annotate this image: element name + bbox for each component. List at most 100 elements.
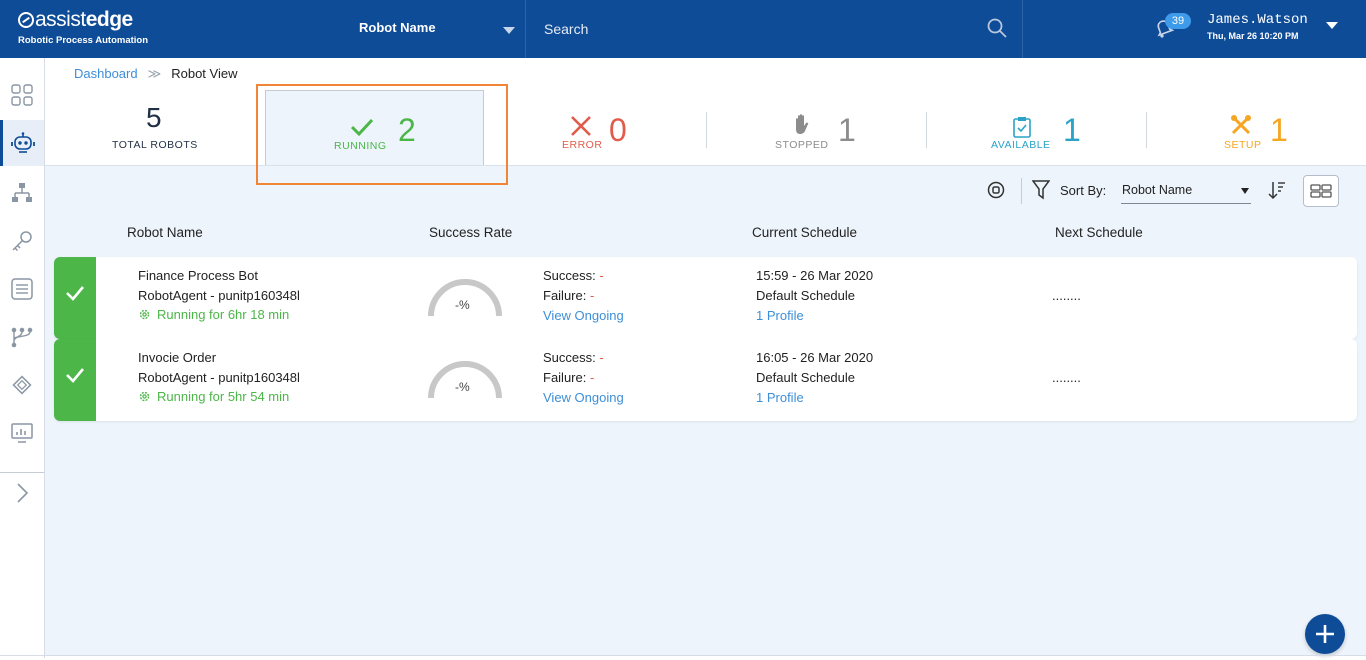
stopped-count: 1: [838, 112, 856, 148]
running-duration-text: Running for 5hr 54 min: [157, 389, 290, 404]
top-header: assistedge Robotic Process Automation Ro…: [0, 0, 1366, 58]
error-x-icon: [571, 116, 591, 136]
view-ongoing-link[interactable]: View Ongoing: [543, 306, 624, 326]
setup-count: 1: [1270, 112, 1288, 148]
clipboard-check-icon: [1013, 117, 1031, 138]
robot-name[interactable]: Finance Process Bot: [138, 266, 258, 286]
column-header-success-rate[interactable]: Success Rate: [429, 225, 512, 240]
next-schedule: ........: [1052, 370, 1081, 385]
schedule-time: 16:05 - 26 Mar 2020: [756, 350, 874, 365]
column-header-current-schedule[interactable]: Current Schedule: [752, 225, 857, 240]
stat-error[interactable]: 0 ERROR: [555, 88, 665, 166]
bottom-border: [0, 655, 1366, 656]
add-robot-button[interactable]: [1305, 614, 1345, 654]
chip-icon: [12, 375, 32, 395]
view-toggle-button[interactable]: [1303, 175, 1339, 207]
sidebar-item-keys[interactable]: [0, 218, 44, 264]
profile-link[interactable]: 1 Profile: [756, 388, 804, 408]
sort-order-icon[interactable]: [1268, 180, 1286, 200]
logo-ring-icon: [18, 12, 34, 28]
left-sidebar: [0, 58, 45, 658]
user-name: James.Watson: [1207, 12, 1308, 28]
search-icon[interactable]: [987, 18, 1007, 38]
plus-icon: [1316, 625, 1334, 643]
running-label: RUNNING: [334, 140, 387, 152]
error-label: ERROR: [562, 139, 603, 151]
stat-divider: [1146, 112, 1147, 148]
running-duration-text: Running for 6hr 18 min: [157, 307, 290, 322]
success-rate-gauge: -%: [425, 350, 505, 400]
check-icon: [66, 368, 84, 383]
running-status-indicator[interactable]: [54, 339, 96, 421]
next-schedule: ........: [1052, 288, 1081, 303]
stopped-label: STOPPED: [775, 139, 829, 151]
sidebar-item-hierarchy[interactable]: [0, 170, 44, 216]
sidebar-item-robots[interactable]: [0, 120, 44, 166]
notification-count-badge[interactable]: 39: [1165, 13, 1191, 29]
failure-count: Failure: -: [543, 288, 595, 303]
sidebar-item-monitor[interactable]: [0, 410, 44, 456]
sidebar-expand-button[interactable]: [0, 470, 44, 516]
search-input[interactable]: [544, 18, 974, 40]
robot-name[interactable]: Invocie Order: [138, 348, 216, 368]
robot-name-dropdown[interactable]: Robot Name: [340, 0, 526, 58]
view-ongoing-link[interactable]: View Ongoing: [543, 388, 624, 408]
user-date: Thu, Mar 26 10:20 PM: [1207, 31, 1299, 41]
chevron-right-icon: [17, 483, 29, 503]
table-row[interactable]: Finance Process Bot RobotAgent - punitp1…: [54, 257, 1357, 339]
running-status-indicator[interactable]: [54, 257, 96, 339]
stat-total-robots[interactable]: 5 TOTAL ROBOTS: [100, 88, 210, 166]
toolbar-divider: [1021, 178, 1022, 204]
setup-label: SETUP: [1224, 139, 1262, 151]
success-count: Success: -: [543, 350, 604, 365]
sort-by-dropdown[interactable]: Robot Name: [1121, 178, 1251, 204]
column-header-robot-name[interactable]: Robot Name: [127, 225, 203, 240]
logo-wordmark: assistedge: [18, 8, 133, 32]
list-icon: [11, 278, 33, 300]
running-duration: Running for 6hr 18 min: [138, 305, 289, 325]
stat-running-tab[interactable]: 2 RUNNING: [265, 90, 484, 165]
running-count: 2: [398, 112, 416, 148]
robot-agent: RobotAgent - punitp160348l: [138, 370, 300, 385]
failure-count: Failure: -: [543, 370, 595, 385]
stat-available[interactable]: 1 AVAILABLE: [985, 88, 1105, 166]
column-header-next-schedule[interactable]: Next Schedule: [1055, 225, 1143, 240]
schedule-name: Default Schedule: [756, 288, 856, 303]
success-rate-gauge: -%: [425, 268, 505, 318]
sidebar-item-chip[interactable]: [0, 362, 44, 408]
robot-icon: [11, 132, 35, 153]
schedule-time: 15:59 - 26 Mar 2020: [756, 268, 874, 283]
stat-setup[interactable]: 1 SETUP: [1220, 88, 1330, 166]
sidebar-item-workflow[interactable]: [0, 314, 44, 360]
gear-icon: [139, 391, 150, 402]
assistedge-logo[interactable]: assistedge Robotic Process Automation: [18, 8, 168, 50]
robot-agent: RobotAgent - punitp160348l: [138, 288, 300, 303]
key-icon: [12, 231, 32, 252]
sidebar-item-dashboard[interactable]: [0, 72, 44, 118]
user-menu[interactable]: James.Watson Thu, Mar 26 10:20 PM: [1207, 12, 1327, 41]
grid-icon: [11, 84, 33, 106]
success-rate-value: -%: [455, 380, 470, 394]
breadcrumb-separator: ≫: [147, 66, 162, 81]
profile-link[interactable]: 1 Profile: [756, 306, 804, 326]
breadcrumb-dashboard-link[interactable]: Dashboard: [74, 66, 138, 81]
stop-circle-icon[interactable]: [987, 181, 1005, 199]
available-label: AVAILABLE: [991, 139, 1051, 151]
workflow-icon: [11, 327, 33, 348]
sort-by-label: Sort By:: [1060, 183, 1107, 198]
user-menu-chevron-down-icon[interactable]: [1326, 22, 1338, 29]
available-count: 1: [1063, 112, 1081, 148]
sidebar-item-list[interactable]: [0, 266, 44, 312]
total-robots-label: TOTAL ROBOTS: [112, 139, 198, 151]
stat-divider: [926, 112, 927, 148]
success-rate-value: -%: [455, 298, 470, 312]
card-view-icon: [1310, 184, 1332, 198]
running-duration: Running for 5hr 54 min: [138, 387, 289, 407]
hierarchy-icon: [12, 183, 32, 202]
filter-icon[interactable]: [1032, 180, 1050, 200]
gear-icon: [139, 309, 150, 320]
robot-name-dropdown-label: Robot Name: [359, 20, 436, 35]
stat-stopped[interactable]: 1 STOPPED: [770, 88, 890, 166]
table-row[interactable]: Invocie Order RobotAgent - punitp160348l…: [54, 339, 1357, 421]
breadcrumb-current: Robot View: [171, 66, 238, 81]
